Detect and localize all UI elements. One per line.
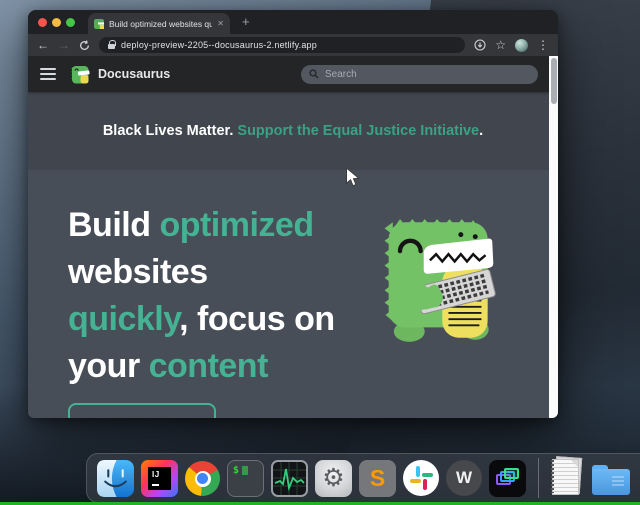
dock-item-terminal[interactable]: $ xyxy=(227,460,264,497)
tab-close-icon[interactable]: ✕ xyxy=(217,19,224,28)
close-window-button[interactable] xyxy=(38,18,47,27)
install-site-icon[interactable] xyxy=(474,39,486,51)
dock-item-finder[interactable] xyxy=(97,460,134,497)
site-navbar: Docusaurus Search xyxy=(28,56,558,92)
dock-item-system-preferences[interactable]: ⚙ xyxy=(315,460,352,497)
search-input[interactable]: Search xyxy=(301,65,538,84)
mouse-cursor-icon xyxy=(345,167,362,194)
dock: IJ $ ⚙ S W xyxy=(86,453,640,503)
toolbar-actions: ☆ ⋮ xyxy=(474,39,549,52)
get-started-button[interactable] xyxy=(68,403,216,418)
window-controls xyxy=(38,10,75,34)
dock-item-documents-stack[interactable] xyxy=(551,457,583,497)
scrollbar-thumb[interactable] xyxy=(551,58,557,104)
tab-title: Build optimized websites quick xyxy=(109,19,212,29)
announcement-text: Black Lives Matter. xyxy=(103,123,234,139)
search-placeholder: Search xyxy=(325,69,357,80)
url-text: deploy-preview-2205--docusaurus-2.netlif… xyxy=(121,40,317,50)
dock-item-activity-monitor[interactable] xyxy=(271,460,308,497)
dock-item-downloads-folder[interactable] xyxy=(590,460,630,497)
profile-avatar[interactable] xyxy=(515,39,528,52)
docusaurus-logo-icon[interactable] xyxy=(69,64,90,85)
back-icon[interactable]: ← xyxy=(37,39,49,51)
docusaurus-favicon-icon xyxy=(94,19,104,29)
browser-window: Build optimized websites quick ✕ + ← → d… xyxy=(28,10,558,418)
gear-icon: ⚙ xyxy=(322,466,344,491)
browser-toolbar: ← → deploy-preview-2205--docusaurus-2.ne… xyxy=(28,34,558,56)
desktop: Build optimized websites quick ✕ + ← → d… xyxy=(0,0,640,505)
dock-item-slack[interactable] xyxy=(403,460,439,496)
search-icon xyxy=(309,69,319,79)
secure-lock-icon[interactable] xyxy=(108,44,115,50)
dock-item-intellij-idea[interactable]: IJ xyxy=(141,460,178,497)
forward-icon: → xyxy=(58,39,70,51)
docusaurus-mascot-illustration xyxy=(366,214,500,348)
tab-strip: Build optimized websites quick ✕ + xyxy=(28,10,558,34)
hero-title: Build optimizedwebsitesquickly, focus on… xyxy=(68,202,398,390)
announcement-suffix: . xyxy=(479,123,483,139)
maximize-window-button[interactable] xyxy=(66,18,75,27)
address-bar[interactable]: deploy-preview-2205--docusaurus-2.netlif… xyxy=(99,37,465,53)
hamburger-menu-icon[interactable] xyxy=(40,68,56,80)
dock-item-sublime-text[interactable]: S xyxy=(359,460,396,497)
dock-item-screens-app[interactable] xyxy=(489,460,526,497)
dock-item-chrome[interactable] xyxy=(185,461,220,496)
reload-icon[interactable] xyxy=(79,40,90,51)
bookmark-star-icon[interactable]: ☆ xyxy=(495,39,506,51)
minimize-window-button[interactable] xyxy=(52,18,61,27)
browser-menu-icon[interactable]: ⋮ xyxy=(537,39,549,51)
intellij-logo: IJ xyxy=(148,467,171,490)
page-viewport: Docusaurus Search Black Lives Matter. Su… xyxy=(28,56,558,418)
dock-item-workplace[interactable]: W xyxy=(446,460,482,496)
new-tab-button[interactable]: + xyxy=(242,12,250,32)
dock-separator xyxy=(538,458,539,498)
page-scrollbar[interactable] xyxy=(549,56,558,418)
hero-section: Build optimizedwebsitesquickly, focus on… xyxy=(28,170,558,418)
announcement-link[interactable]: Support the Equal Justice Initiative xyxy=(237,123,479,139)
browser-tab[interactable]: Build optimized websites quick ✕ xyxy=(88,13,230,34)
site-title[interactable]: Docusaurus xyxy=(98,67,170,81)
announcement-bar: Black Lives Matter. Support the Equal Ju… xyxy=(28,92,558,170)
chrome-logo xyxy=(195,471,211,487)
